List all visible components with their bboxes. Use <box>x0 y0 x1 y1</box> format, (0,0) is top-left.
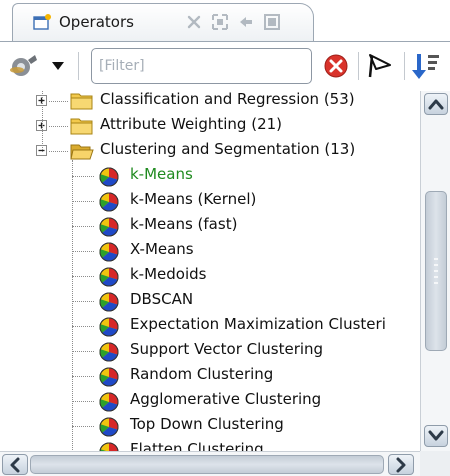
tree-group-label: Classification and Regression (53) <box>100 91 355 108</box>
operator-label: Expectation Maximization Clusteri <box>130 315 386 333</box>
operator-item[interactable]: k-Medoids <box>0 264 420 288</box>
clear-filter-icon[interactable] <box>318 48 354 84</box>
clustering-operator-icon <box>99 292 119 312</box>
scroll-down-button[interactable] <box>424 425 448 447</box>
operator-gear-icon[interactable] <box>6 52 38 80</box>
operator-item[interactable]: k-Means (Kernel) <box>0 189 420 213</box>
operator-item[interactable]: k-Means (fast) <box>0 214 420 238</box>
clustering-operator-icon <box>99 217 119 237</box>
scroll-right-button[interactable] <box>388 454 414 475</box>
clustering-operator-icon <box>99 242 119 262</box>
operator-item[interactable]: Expectation Maximization Clusteri <box>0 314 420 338</box>
clustering-operator-icon <box>99 342 119 362</box>
chevron-down-icon <box>428 430 444 441</box>
chevron-up-icon <box>428 99 444 110</box>
flag-icon[interactable] <box>362 48 398 84</box>
clustering-operator-icon <box>99 192 119 212</box>
scroll-up-button[interactable] <box>424 93 448 115</box>
close-tab-icon[interactable] <box>185 13 203 31</box>
tree-group-label: Attribute Weighting (21) <box>100 115 283 133</box>
tree-group-row[interactable]: Classification and Regression (53) <box>0 91 420 113</box>
folder-icon <box>70 118 93 135</box>
operator-item[interactable]: DBSCAN <box>0 289 420 313</box>
sort-icon[interactable] <box>408 48 444 84</box>
operator-label: Top Down Clustering <box>130 415 284 433</box>
horizontal-scroll-thumb[interactable] <box>30 455 384 474</box>
clustering-operator-icon <box>99 317 119 337</box>
restore-icon[interactable] <box>263 13 281 31</box>
operator-item[interactable]: Support Vector Clustering <box>0 339 420 363</box>
chevron-left-icon <box>10 457 20 473</box>
operator-label: DBSCAN <box>130 290 194 308</box>
tab-label: Operators <box>59 13 134 31</box>
scrollbar-corner <box>420 451 450 476</box>
operator-item[interactable]: X-Means <box>0 239 420 263</box>
operator-item[interactable]: Flatten Clustering <box>0 439 420 451</box>
clustering-operator-icon <box>99 167 119 187</box>
operator-label: X-Means <box>130 240 194 258</box>
dropdown-arrow-icon[interactable] <box>52 62 64 70</box>
vertical-scrollbar[interactable] <box>420 91 450 451</box>
scroll-left-button[interactable] <box>2 454 28 475</box>
clustering-operator-icon <box>99 417 119 437</box>
operators-panel: Operators [Filter] Classification and Re… <box>0 0 450 476</box>
folder-icon <box>70 144 94 160</box>
filter-input[interactable] <box>91 48 312 84</box>
operator-item[interactable]: Agglomerative Clustering <box>0 389 420 413</box>
operator-label: k-Means (fast) <box>130 215 238 233</box>
clustering-operator-icon <box>99 367 119 387</box>
operator-item[interactable]: k-Means <box>0 164 420 188</box>
tab-operators[interactable]: Operators <box>12 3 314 41</box>
operator-label: Flatten Clustering <box>130 440 264 451</box>
horizontal-scrollbar[interactable] <box>0 451 450 476</box>
operator-label: Support Vector Clustering <box>130 340 324 358</box>
operator-label: Agglomerative Clustering <box>130 390 322 408</box>
operator-label: k-Means (Kernel) <box>130 190 257 208</box>
vertical-scroll-thumb[interactable] <box>425 191 447 351</box>
clustering-operator-icon <box>99 267 119 287</box>
operator-item[interactable]: Top Down Clustering <box>0 414 420 438</box>
clustering-operator-icon <box>99 442 119 451</box>
operator-label: Random Clustering <box>130 365 274 383</box>
operator-tree: Classification and Regression (53) Attrib… <box>0 91 420 451</box>
operators-toolbar <box>0 41 450 91</box>
folder-icon <box>70 93 93 110</box>
dock-icon[interactable] <box>237 13 255 31</box>
operator-item[interactable]: Random Clustering <box>0 364 420 388</box>
clustering-operator-icon <box>99 392 119 412</box>
operator-label: k-Medoids <box>130 265 207 283</box>
tab-strip: Operators <box>0 0 450 42</box>
tree-group-label: Clustering and Segmentation (13) <box>100 140 356 158</box>
maximize-icon[interactable] <box>211 13 229 31</box>
chevron-right-icon <box>396 457 406 473</box>
new-window-icon <box>33 14 51 30</box>
operator-label: k-Means <box>130 165 193 183</box>
